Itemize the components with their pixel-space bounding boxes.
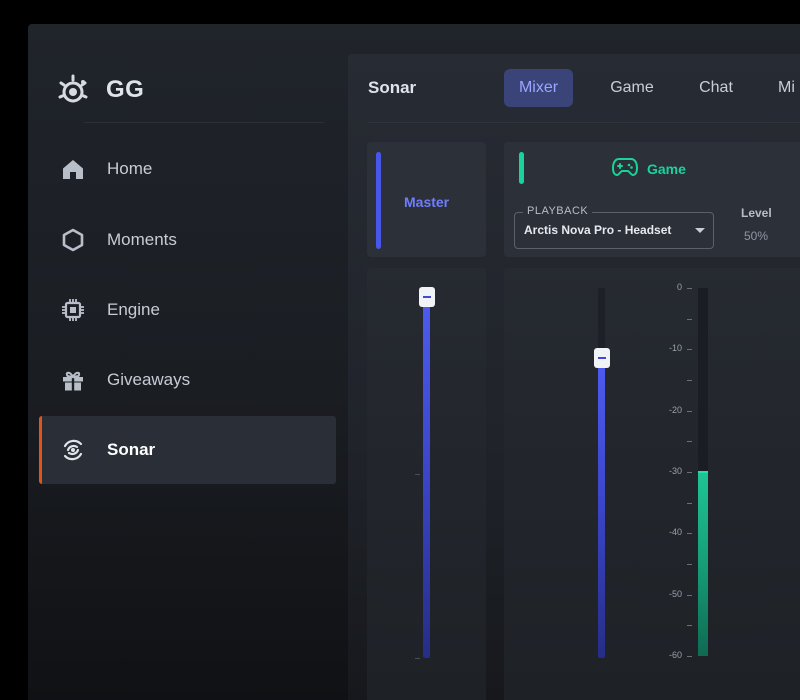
playback-device-value: Arctis Nova Pro - Headset <box>524 223 672 237</box>
meter-scale-tick <box>687 288 692 289</box>
meter-scale-minor-tick <box>687 380 692 381</box>
meter-scale-tick <box>687 533 692 535</box>
brand: GG <box>56 72 144 108</box>
game-volume-slider[interactable] <box>593 288 610 658</box>
game-volume-fill <box>598 358 605 658</box>
tab-mic[interactable]: Mi <box>778 69 800 107</box>
tab-game[interactable]: Game <box>602 69 662 107</box>
steelseries-logo-icon <box>58 74 88 103</box>
tab-mixer[interactable]: Mixer <box>504 69 573 107</box>
master-color-bar <box>376 152 381 249</box>
home-icon <box>59 155 87 183</box>
meter-scale-label: -60 <box>668 650 682 660</box>
page-title: Sonar <box>368 78 417 97</box>
meter-scale-tick <box>687 472 692 473</box>
game-fader-panel: 0 -10 -20 -30 -40 -50 -60 <box>504 268 800 700</box>
meter-scale-label: -20 <box>668 404 682 415</box>
tabs-divider <box>368 122 800 123</box>
sidebar-item-label: Home <box>107 159 153 178</box>
level-value: 50% <box>744 229 769 243</box>
game-channel-card: Game PLAYBACK Arctis Nova Pro - Headset … <box>504 142 800 257</box>
playback-device-select[interactable]: PLAYBACK Arctis Nova Pro - Headset <box>514 205 714 249</box>
meter-scale-label: -10 <box>668 343 682 354</box>
sidebar-item-label: Giveaways <box>107 370 191 389</box>
sidebar-item-moments[interactable]: Moments <box>39 207 336 273</box>
meter-scale-tick <box>687 594 692 596</box>
sidebar-divider <box>84 122 324 123</box>
fader-tick <box>415 658 420 659</box>
gift-icon <box>59 366 87 394</box>
game-color-bar <box>519 152 524 184</box>
fader-tick <box>415 474 420 475</box>
sidebar-item-giveaways[interactable]: Giveaways <box>39 347 336 413</box>
meter-scale-tick <box>687 656 692 657</box>
sidebar-item-label: Engine <box>107 300 160 319</box>
sonar-main-panel: Sonar Mixer Game Chat Mi Master Game PLA… <box>348 54 800 700</box>
game-label: Game <box>647 161 686 177</box>
meter-scale-label: -40 <box>668 527 682 538</box>
meter-scale-label: -30 <box>668 466 682 476</box>
sidebar-item-engine[interactable]: Engine <box>39 277 336 343</box>
tab-chat[interactable]: Chat <box>688 69 744 107</box>
game-level-meter <box>698 288 708 656</box>
game-level-fill <box>698 472 708 656</box>
master-channel-card: Master <box>367 142 486 257</box>
meter-scale-minor-tick <box>687 318 692 320</box>
master-volume-fill <box>423 297 430 658</box>
sidebar-item-label: Moments <box>107 230 177 249</box>
sonar-icon <box>59 436 87 464</box>
master-volume-handle[interactable] <box>418 287 435 307</box>
game-volume-handle[interactable] <box>593 348 610 368</box>
meter-scale-tick <box>687 349 692 351</box>
chip-icon <box>59 296 87 324</box>
level-label: Level <box>741 206 772 220</box>
master-volume-slider[interactable] <box>418 287 435 658</box>
sidebar-item-sonar[interactable]: Sonar <box>39 416 336 484</box>
meter-scale-minor-tick <box>687 441 692 443</box>
master-label: Master <box>404 194 450 210</box>
brand-name: GG <box>106 76 145 103</box>
app-window: GG Home Moments Engine Giveaways Sonar S… <box>28 24 800 700</box>
meter-scale-label: -50 <box>668 588 682 599</box>
master-fader-panel <box>367 268 486 700</box>
meter-scale-label: 0 <box>676 282 682 292</box>
game-level-peak <box>698 471 708 473</box>
meter-scale-tick <box>687 410 692 412</box>
meter-scale-minor-tick <box>687 625 692 627</box>
meter-scale-minor-tick <box>687 564 692 565</box>
sidebar-item-home[interactable]: Home <box>39 136 336 202</box>
sidebar-item-label: Sonar <box>107 440 156 459</box>
playback-label: PLAYBACK <box>523 205 593 217</box>
hexagon-icon <box>59 226 87 254</box>
meter-scale-minor-tick <box>687 502 692 504</box>
caret-down-icon <box>695 228 705 233</box>
gamepad-icon <box>612 158 638 177</box>
